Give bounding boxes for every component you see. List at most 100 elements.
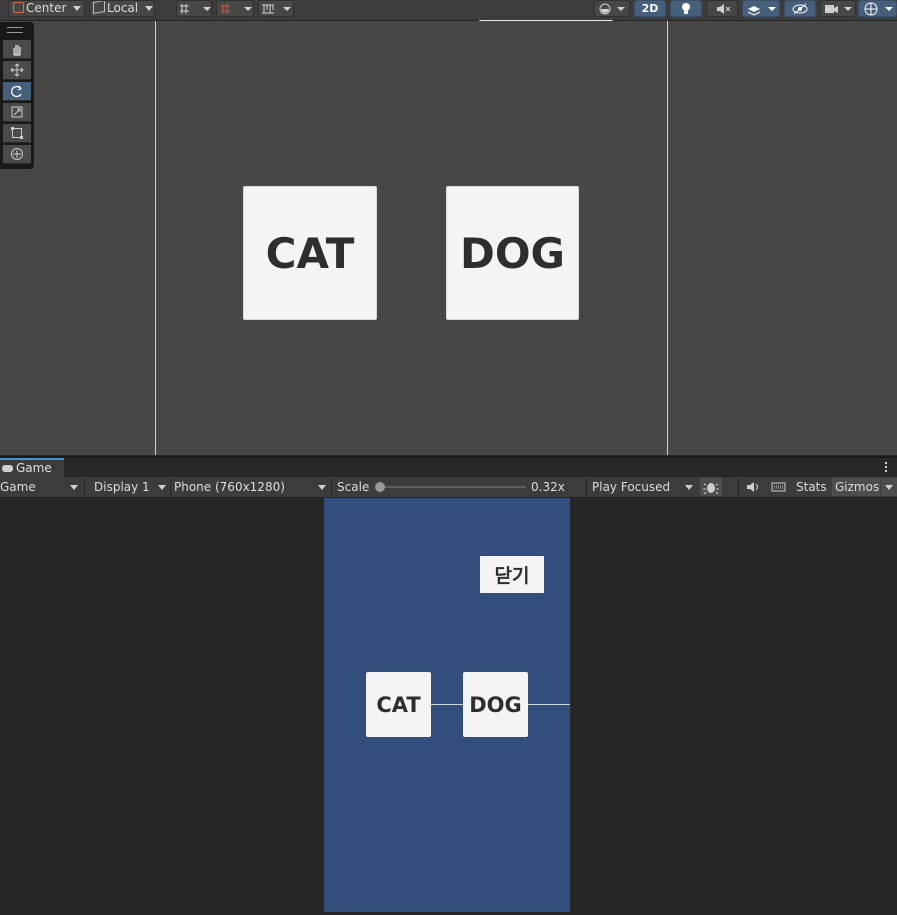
rotate-tool[interactable] [3, 82, 31, 101]
pivot-icon [13, 2, 24, 13]
pivot-center-label: Center [26, 1, 67, 15]
gizmos-label: Gizmos [835, 480, 880, 494]
play-mode-dropdown[interactable]: Play Focused [592, 478, 696, 496]
grid-snapping-button[interactable] [176, 0, 212, 17]
scale-icon [11, 106, 23, 118]
bug-icon [703, 483, 719, 495]
phone-screen: 닫기 CAT DOG [324, 498, 570, 912]
camera-icon [825, 5, 852, 13]
gamepad-icon [2, 465, 13, 472]
display-dropdown[interactable]: Display 1 [94, 478, 168, 496]
visibility-icon [792, 3, 808, 15]
chevron-down-icon [158, 485, 166, 490]
close-button[interactable]: 닫기 [480, 556, 544, 593]
2d-mode-toggle[interactable]: 2D [634, 0, 666, 17]
game-view-dropdown[interactable]: Game [0, 478, 82, 496]
pivot-space-label: Local [107, 1, 139, 15]
grid-snap-icon [180, 4, 211, 14]
palette-drag-handle[interactable] [7, 27, 23, 33]
increment-snap-icon [221, 4, 252, 14]
scene-cat-card[interactable]: CAT [243, 186, 377, 320]
ruler-icon [262, 4, 291, 14]
game-view[interactable]: 닫기 CAT DOG [0, 498, 897, 915]
mute-audio-button[interactable] [743, 478, 763, 496]
gizmos-globe-icon [864, 2, 893, 16]
pivot-space-dropdown[interactable]: Local [89, 0, 155, 17]
divider [170, 478, 171, 496]
kebab-menu-icon[interactable] [885, 462, 888, 474]
increment-snapping-button[interactable] [216, 0, 254, 17]
rect-tool-icon [11, 127, 23, 139]
game-tab-bar: Game [0, 456, 897, 478]
stats-button[interactable]: Stats [792, 478, 830, 496]
scene-visibility-toggle[interactable] [784, 0, 816, 17]
gizmos-dropdown[interactable] [858, 0, 897, 17]
scale-slider[interactable] [375, 482, 526, 492]
audio-toggle[interactable] [706, 0, 738, 17]
resolution-dropdown[interactable]: Phone (760x1280) [174, 478, 329, 496]
game-cat-card[interactable]: CAT [366, 672, 431, 737]
pivot-center-dropdown[interactable]: Center [8, 0, 85, 17]
gizmos-dropdown-arrow[interactable] [881, 478, 897, 496]
effects-icon [747, 6, 776, 16]
lightbulb-icon [682, 3, 690, 14]
tab-game-label: Game [16, 461, 52, 475]
resolution-label: Phone (760x1280) [174, 480, 285, 494]
scale-value: 0.32x [531, 480, 565, 494]
tool-palette [0, 22, 34, 169]
chevron-down-icon [685, 485, 693, 490]
game-toolbar: Game Display 1 Phone (760x1280) Scale 0.… [0, 477, 897, 498]
chevron-down-icon [144, 6, 153, 11]
rotate-icon [11, 85, 22, 98]
gizmos-button[interactable]: Gizmos [832, 478, 880, 496]
connector-line [527, 704, 570, 705]
camera-bounds-left [155, 21, 156, 455]
display-label: Display 1 [94, 480, 150, 494]
divider [84, 478, 85, 496]
cube-icon [93, 1, 105, 15]
play-mode-label: Play Focused [592, 480, 671, 494]
chevron-down-icon [318, 485, 326, 490]
divider [738, 478, 739, 496]
audio-mute-icon [717, 4, 731, 14]
connector-line [430, 704, 464, 705]
scene-view[interactable]: CAT DOG [0, 21, 897, 455]
divider [586, 478, 587, 496]
camera-dropdown[interactable] [820, 0, 856, 17]
game-dog-card[interactable]: DOG [463, 672, 528, 737]
rect-tool[interactable] [3, 124, 31, 143]
scene-dog-label: DOG [459, 228, 566, 278]
hand-icon [13, 45, 21, 56]
hand-tool[interactable] [3, 40, 31, 59]
transform-icon [11, 148, 23, 160]
transform-tool[interactable] [3, 145, 31, 164]
scale-slider-thumb[interactable] [375, 482, 385, 492]
scene-cat-label: CAT [265, 228, 355, 278]
lighting-toggle[interactable] [670, 0, 702, 17]
effects-dropdown[interactable] [742, 0, 780, 17]
move-icon [10, 63, 24, 77]
game-cat-label: CAT [376, 692, 421, 717]
close-button-label: 닫기 [494, 565, 530, 587]
scene-toolbar: Center Local 2D [0, 0, 897, 23]
chevron-down-icon [70, 485, 78, 490]
scene-dog-card[interactable]: DOG [446, 186, 579, 320]
ruler-button[interactable] [258, 0, 294, 17]
game-dog-label: DOG [469, 692, 522, 717]
tab-game[interactable]: Game [0, 458, 64, 478]
scale-label: Scale [337, 480, 370, 494]
shading-sphere-icon [599, 3, 625, 15]
chevron-down-icon [73, 6, 82, 11]
speaker-icon [747, 482, 758, 492]
camera-bounds-right [667, 21, 668, 455]
keyboard-icon [771, 482, 786, 492]
stats-label: Stats [796, 480, 827, 494]
move-tool[interactable] [3, 61, 31, 80]
draw-mode-dropdown[interactable] [594, 0, 630, 17]
frame-debugger-button[interactable] [700, 478, 722, 496]
divider [331, 478, 332, 496]
scale-tool[interactable] [3, 103, 31, 122]
game-view-label: Game [0, 480, 36, 494]
shortcuts-button[interactable] [768, 478, 790, 496]
2d-mode-label: 2D [641, 2, 659, 15]
